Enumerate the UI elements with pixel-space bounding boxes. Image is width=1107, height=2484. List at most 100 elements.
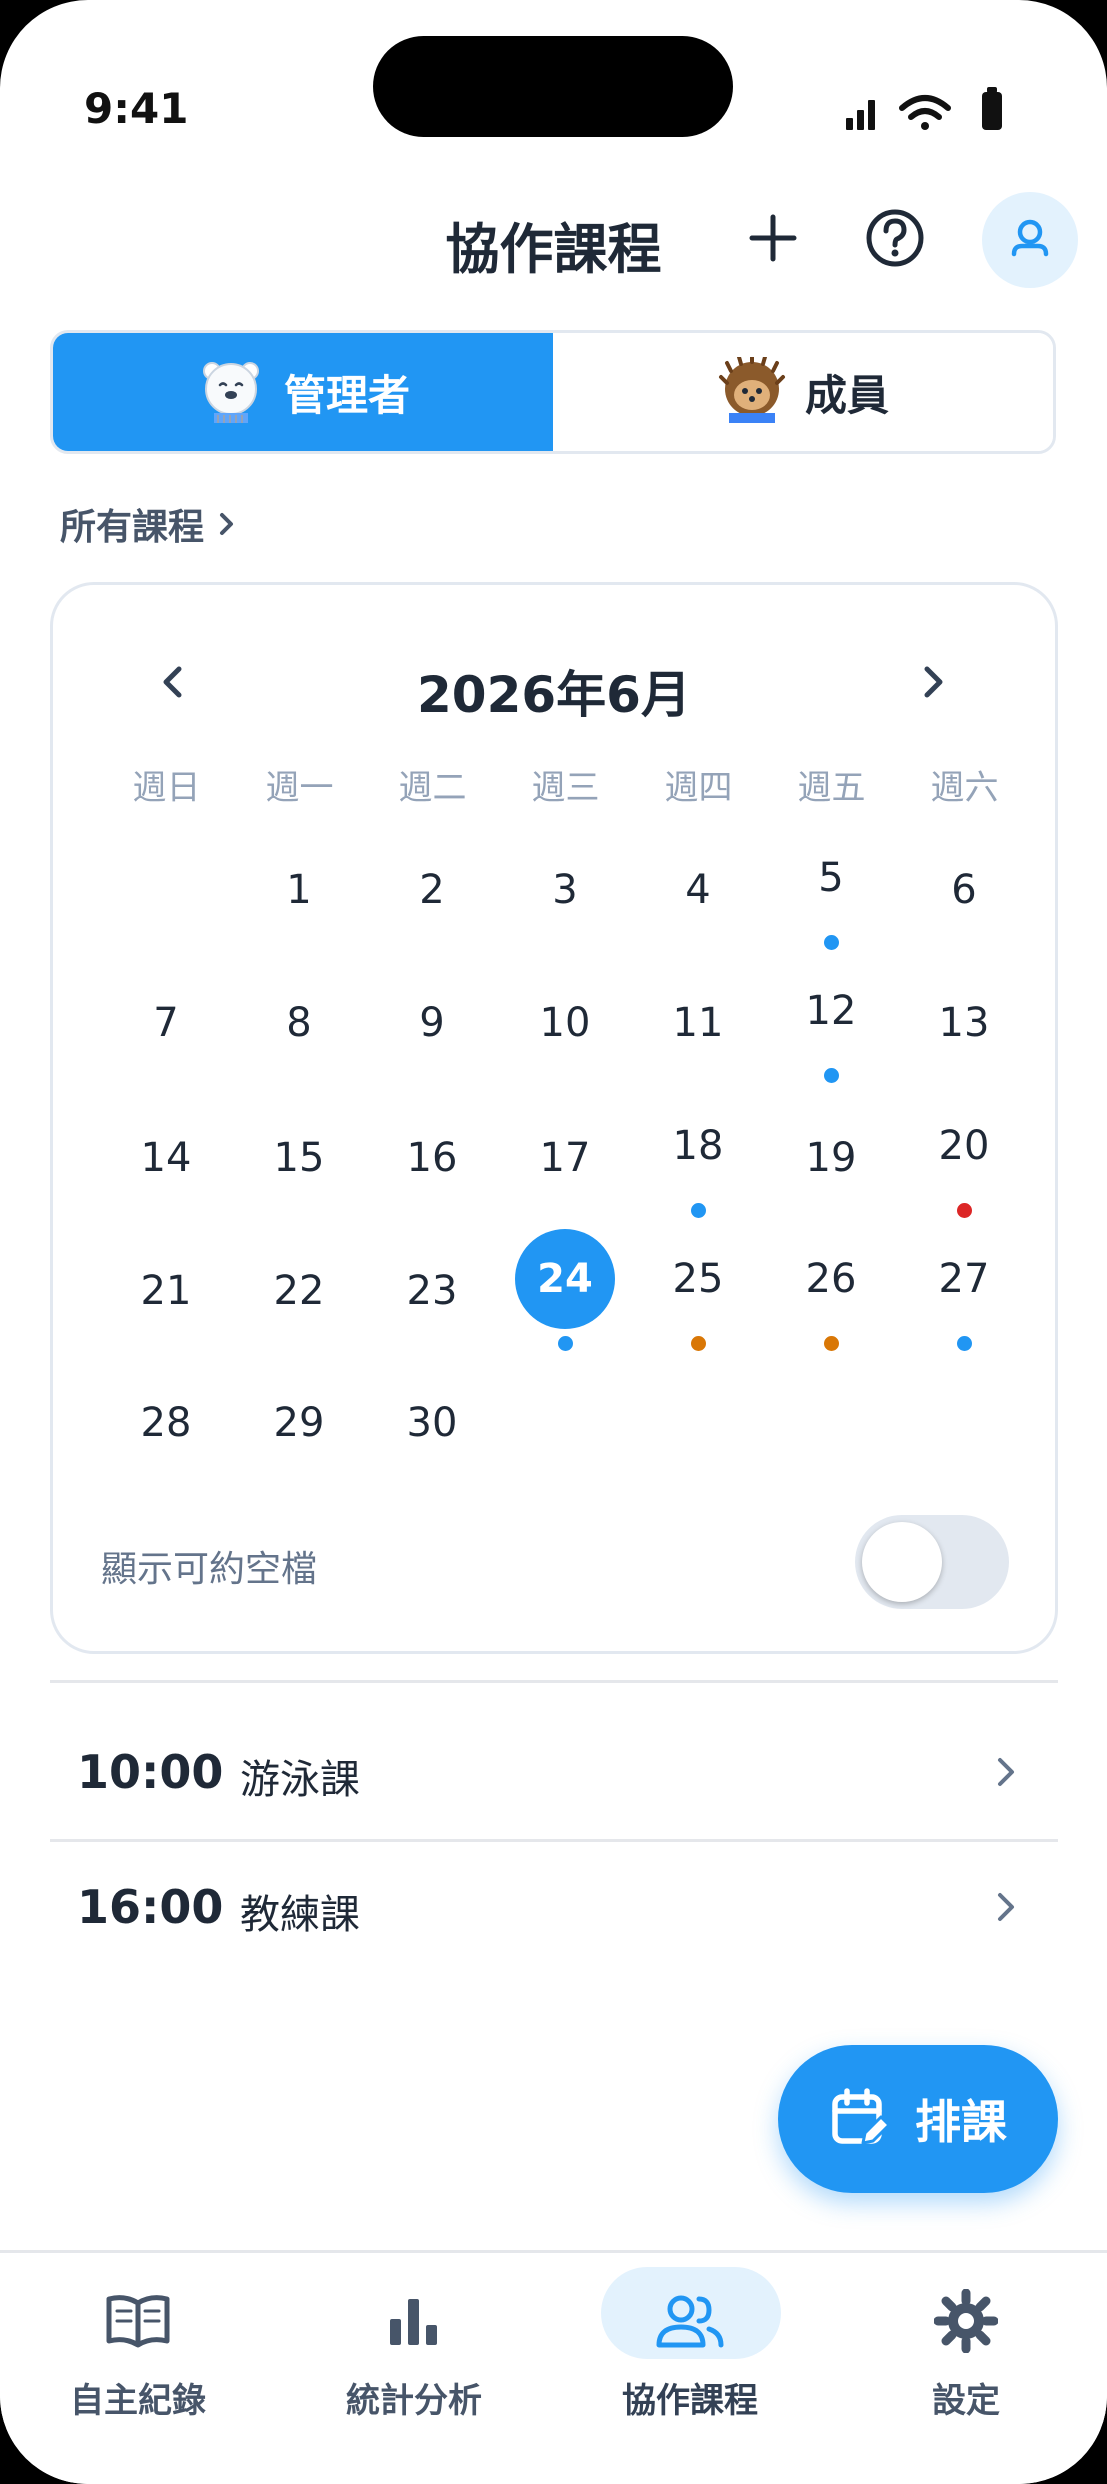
app-screen: 9:41 協作課程 管理者 成員 所有課程 2026年6月 週日 週一 週二 週… [0,0,1107,2484]
schedule-item[interactable]: 16:00 教練課 [50,1840,1058,1974]
calendar-day-number: 30 [406,1400,458,1446]
calendar-day-number: 7 [153,1000,179,1046]
calendar-day[interactable]: 1 [249,840,349,940]
calendar-day-number: 19 [805,1135,857,1181]
calendar-day-number: 10 [539,1000,591,1046]
calendar-day[interactable]: 7 [116,973,216,1073]
add-button[interactable] [740,205,806,271]
calendar-day[interactable]: 19 [781,1108,881,1208]
calendar-day-number: 16 [406,1135,458,1181]
tab-settings-label: 設定 [932,2381,1000,2421]
calendar-day-number: 26 [805,1256,857,1302]
event-dot [824,1068,839,1083]
schedule-course-button[interactable]: 排課 [778,2045,1058,2193]
next-month-button[interactable] [898,647,968,717]
weekday-label: 週四 [664,768,733,808]
plus-icon [749,214,797,262]
profile-button[interactable] [982,192,1078,288]
tab-self-record[interactable]: 自主紀錄 [0,2253,276,2453]
weekday-label: 週一 [265,768,334,808]
calendar-day-number: 13 [938,1000,990,1046]
calendar-day-number: 22 [273,1268,325,1314]
weekday-label: 週五 [797,768,866,808]
event-dot [691,1203,706,1218]
calendar-day[interactable]: 10 [515,973,615,1073]
calendar-day[interactable]: 4 [648,840,748,940]
event-dot [691,1336,706,1351]
chevron-right-icon [998,1893,1014,1921]
bar-chart-icon [390,2299,437,2345]
calendar-day-number: 4 [685,867,711,913]
help-button[interactable] [862,205,928,271]
book-icon [106,2295,170,2348]
role-segmented-control: 管理者 成員 [50,330,1056,454]
all-courses-link[interactable]: 所有課程 [60,498,244,550]
tab-statistics[interactable]: 統計分析 [276,2253,552,2453]
calendar-day[interactable]: 27 [914,1241,1014,1351]
event-dot [558,1336,573,1351]
calendar-day[interactable]: 9 [382,973,482,1073]
calendar-day[interactable]: 14 [116,1108,216,1208]
hedgehog-icon [718,357,785,423]
calendar-day[interactable]: 3 [515,840,615,940]
schedule-item[interactable]: 10:00 游泳課 [50,1705,1058,1839]
calendar-day-number: 15 [273,1135,325,1181]
event-dot [824,1336,839,1351]
weekday-label: 週二 [398,768,467,808]
battery-icon [982,87,1002,130]
polar-bear-icon [202,362,259,423]
page-title: 協作課程 [445,218,662,281]
calendar-day[interactable]: 25 [648,1241,748,1351]
help-circle-icon [866,209,924,267]
toggle-knob [862,1522,942,1602]
calendar-day-number: 24 [515,1229,615,1329]
show-availability-label: 顯示可約空檔 [101,1549,318,1590]
calendar-day[interactable]: 12 [781,973,881,1083]
calendar-day[interactable]: 8 [249,973,349,1073]
calendar-day[interactable]: 20 [914,1108,1014,1218]
calendar-day[interactable]: 18 [648,1108,748,1218]
calendar-card: 2026年6月 週日 週一 週二 週三 週四 週五 週六 1 2 3 4 5 6 7 8 9 10 11 12 13… [50,582,1058,1654]
calendar-day-number: 5 [818,855,844,901]
calendar-day[interactable]: 29 [249,1373,349,1473]
calendar-day[interactable]: 5 [781,840,881,950]
schedule-name: 游泳課 [240,1757,360,1803]
calendar-day[interactable]: 26 [781,1241,881,1351]
calendar-day[interactable]: 11 [648,973,748,1073]
tab-collab-courses-label: 協作課程 [622,2381,758,2421]
tab-settings[interactable]: 設定 [828,2253,1104,2453]
tab-collab-courses[interactable]: 協作課程 [552,2253,828,2453]
calendar-day-selected[interactable]: 24 [515,1229,615,1351]
schedule-time: 10:00 [77,1745,224,1799]
calendar-day[interactable]: 28 [116,1373,216,1473]
role-tab-admin[interactable]: 管理者 [53,333,553,451]
wifi-icon [899,95,951,130]
event-dot [957,1203,972,1218]
role-tab-member[interactable]: 成員 [553,333,1053,451]
calendar-day-number: 17 [539,1135,591,1181]
calendar-day[interactable]: 15 [249,1108,349,1208]
schedule-time: 16:00 [77,1880,224,1934]
chevron-right-icon [998,1758,1014,1786]
calendar-day[interactable]: 17 [515,1108,615,1208]
calendar-day-number: 12 [805,988,857,1034]
calendar-day-number: 18 [672,1123,724,1169]
calendar-day[interactable]: 30 [382,1373,482,1473]
calendar-day[interactable]: 2 [382,840,482,940]
calendar-day[interactable]: 21 [116,1241,216,1341]
bottom-tab-bar: 自主紀錄 統計分析 協作課程 設定 [0,2250,1107,2484]
weekday-label: 週六 [930,768,999,808]
chevron-right-icon [924,666,943,698]
calendar-edit-icon [832,2088,891,2145]
status-icons [840,86,1020,136]
calendar-day[interactable]: 13 [914,973,1014,1073]
tab-self-record-label: 自主紀錄 [70,2381,206,2421]
show-availability-toggle[interactable] [855,1515,1009,1609]
calendar-day-number: 3 [552,867,578,913]
weekday-label: 週日 [132,768,201,808]
calendar-day[interactable]: 16 [382,1108,482,1208]
calendar-day-number: 14 [140,1135,192,1181]
calendar-day[interactable]: 6 [914,840,1014,940]
calendar-day[interactable]: 23 [382,1241,482,1341]
calendar-day[interactable]: 22 [249,1241,349,1341]
